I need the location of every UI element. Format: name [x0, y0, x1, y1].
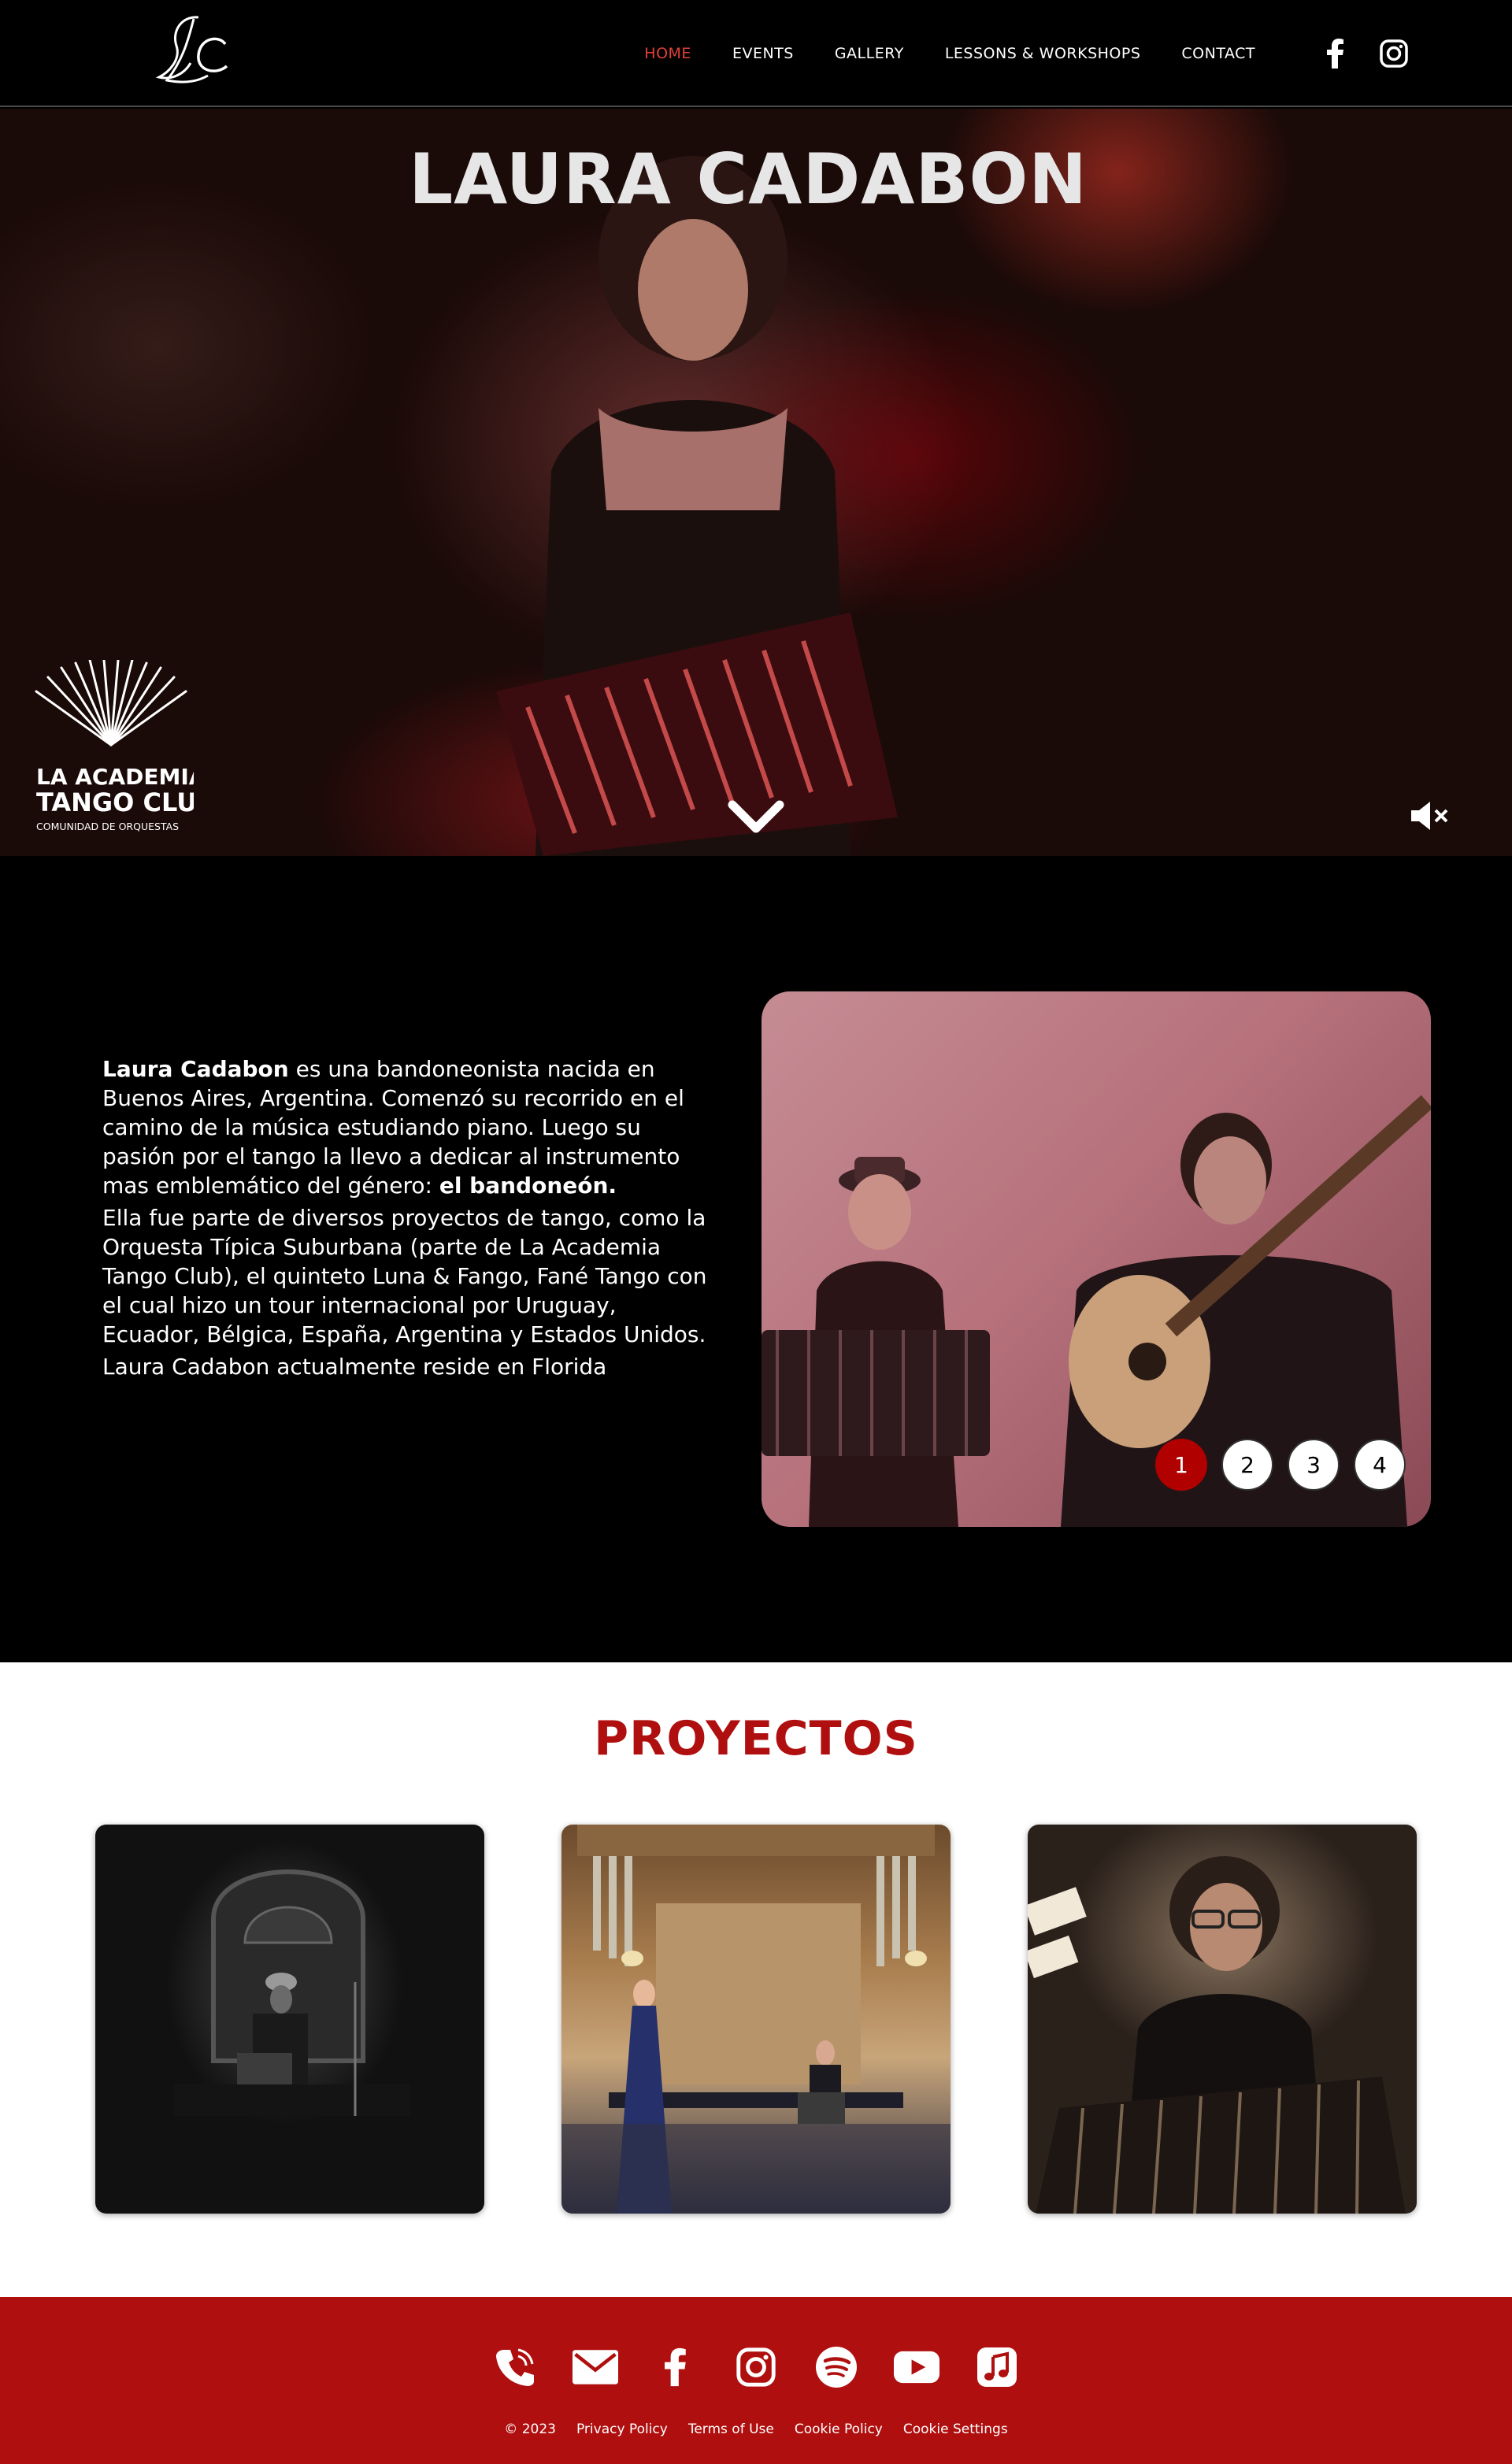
nav-lessons-workshops[interactable]: LESSONS & WORKSHOPS [945, 45, 1141, 62]
project-card-3[interactable] [1028, 1825, 1417, 2214]
about-section: Laura Cadabon es una bandoneonista nacid… [0, 856, 1512, 1662]
about-name: Laura Cadabon [102, 1056, 289, 1082]
youtube-icon[interactable] [894, 2344, 939, 2390]
projects-section: PROYECTOS [0, 1662, 1512, 2297]
photo-slider[interactable]: 1 2 3 4 [762, 991, 1431, 1527]
hero-video: LAURA CADABON LA ACADEMIA TANGO CLUB COM… [0, 109, 1512, 856]
brand-line3: COMUNIDAD DE ORQUESTAS [36, 821, 179, 832]
site-header: HOME EVENTS GALLERY LESSONS & WORKSHOPS … [0, 0, 1512, 107]
itunes-icon[interactable] [974, 2344, 1020, 2390]
slider-pagination: 1 2 3 4 [1155, 1439, 1420, 1491]
site-logo[interactable] [150, 8, 236, 94]
cookie-policy-link[interactable]: Cookie Policy [795, 2421, 883, 2437]
project-image-3 [1028, 1856, 1406, 2214]
phone-icon[interactable] [492, 2344, 538, 2390]
project-image-1 [174, 1869, 410, 2116]
site-footer: © 2023 Privacy Policy Terms of Use Cooki… [0, 2297, 1512, 2464]
cookie-settings-link[interactable]: Cookie Settings [903, 2421, 1008, 2437]
slider-dot-4[interactable]: 4 [1354, 1439, 1406, 1491]
instagram-icon[interactable] [733, 2344, 779, 2390]
nav-contact[interactable]: CONTACT [1181, 45, 1255, 62]
project-card-2[interactable] [561, 1825, 951, 2214]
nav-events[interactable]: EVENTS [732, 45, 794, 62]
mail-icon[interactable] [573, 2344, 618, 2390]
instagram-icon[interactable] [1378, 38, 1410, 69]
main-nav: HOME EVENTS GALLERY LESSONS & WORKSHOPS … [603, 0, 1410, 107]
about-p2: Ella fue parte de diversos proyectos de … [102, 1205, 707, 1347]
footer-social-bar [0, 2344, 1512, 2390]
brand-line2: TANGO CLUB [36, 787, 194, 817]
copyright: © 2023 [504, 2421, 556, 2437]
hero-title: LAURA CADABON [409, 139, 1088, 220]
scroll-down-chevron-icon[interactable] [724, 794, 788, 841]
nav-gallery[interactable]: GALLERY [835, 45, 904, 62]
about-p1-bold: el bandoneón. [439, 1173, 617, 1199]
project-card-1[interactable] [95, 1825, 484, 2214]
slider-dot-1[interactable]: 1 [1155, 1439, 1207, 1491]
slider-dot-3[interactable]: 3 [1288, 1439, 1340, 1491]
about-text: Laura Cadabon es una bandoneonista nacid… [102, 1054, 717, 1384]
privacy-policy-link[interactable]: Privacy Policy [576, 2421, 668, 2437]
nav-home[interactable]: HOME [644, 45, 691, 62]
facebook-icon[interactable] [1320, 38, 1351, 69]
mute-icon[interactable] [1410, 800, 1451, 832]
facebook-icon[interactable] [653, 2344, 699, 2390]
terms-of-use-link[interactable]: Terms of Use [688, 2421, 774, 2437]
projects-title: PROYECTOS [594, 1711, 918, 1766]
academia-tango-club-logo: LA ACADEMIA TANGO CLUB COMUNIDAD DE ORQU… [35, 660, 194, 832]
hero-performer-image [496, 156, 898, 856]
footer-links: © 2023 Privacy Policy Terms of Use Cooki… [0, 2421, 1512, 2437]
brand-line1: LA ACADEMIA [36, 764, 194, 790]
slider-dot-2[interactable]: 2 [1221, 1439, 1273, 1491]
header-social-bar [1293, 38, 1410, 69]
spotify-icon[interactable] [813, 2344, 859, 2390]
project-image-2 [561, 1825, 951, 2214]
about-p3: Laura Cadabon actualmente reside en Flor… [102, 1354, 607, 1380]
